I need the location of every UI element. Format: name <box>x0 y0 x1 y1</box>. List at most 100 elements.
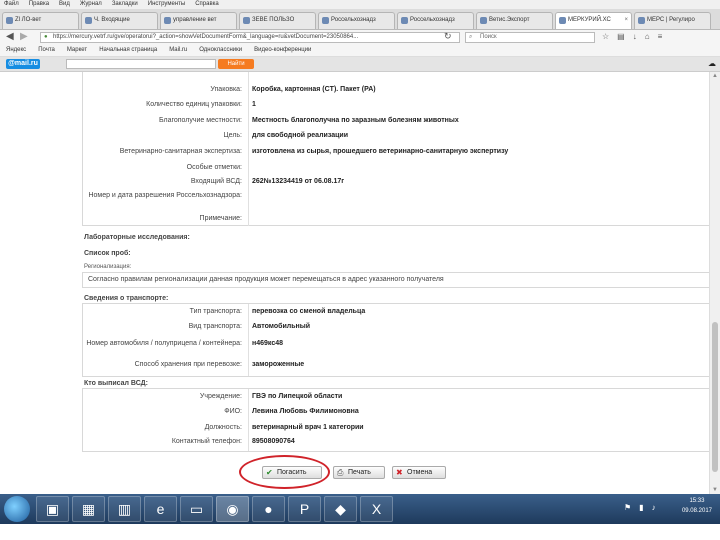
menu-item[interactable]: Файл <box>4 0 19 9</box>
excel-icon[interactable]: X <box>360 496 393 522</box>
weather-icon[interactable]: ☁ <box>708 59 716 68</box>
scroll-down-icon[interactable]: ▼ <box>712 487 718 493</box>
browser-tab[interactable]: Россельхознадз <box>318 12 395 29</box>
field-label: Особые отметки: <box>186 164 242 171</box>
bookmark-item[interactable]: Почта <box>38 45 55 56</box>
browser-tab[interactable]: МЕРКУРИЙ.ХС × <box>555 12 632 29</box>
field-label: Входящий ВСД: <box>190 178 242 185</box>
field-value: изготовлена из сырья, прошедшего ветерин… <box>252 148 509 155</box>
field-label: Благополучие местности: <box>158 117 242 124</box>
transport-section-title: Сведения о транспорте: <box>84 295 169 302</box>
star-icon[interactable]: ☆ <box>602 32 609 41</box>
field-label: Вид транспорта: <box>188 323 242 330</box>
field-label: Контактный телефон: <box>171 438 242 445</box>
regionalization-title: Регионализация: <box>84 264 132 270</box>
menu-item[interactable]: Правка <box>29 0 49 9</box>
tab-label: МЕРС | Регулиро <box>647 17 695 23</box>
bookmark-item[interactable]: Начальная страница <box>99 45 157 56</box>
samples-section-title: Список проб: <box>84 250 131 257</box>
clock[interactable]: 15:33 09.08.2017 <box>682 496 712 516</box>
browser-tab[interactable]: МЕРС | Регулиро <box>634 12 711 29</box>
browser-tab[interactable]: ЗЕВЕ ПОЛЬЗО <box>239 12 316 29</box>
reading-list-icon[interactable]: ▤ <box>617 32 625 41</box>
tab-label: Zl ЛО-вет <box>15 17 42 23</box>
tab-label: управление вет <box>173 17 217 23</box>
printer-icon: ⎙ <box>337 468 344 477</box>
favicon-icon <box>401 17 408 24</box>
browser-tab[interactable]: Zl ЛО-вет <box>2 12 79 29</box>
scroll-thumb[interactable] <box>712 322 718 472</box>
field-value: Автомобильный <box>252 323 311 330</box>
field-label: Номер автомобиля / полуприцепа / контейн… <box>86 340 242 347</box>
reload-icon[interactable]: ↻ <box>444 31 452 42</box>
scroll-up-icon[interactable]: ▲ <box>712 73 718 79</box>
bookmark-item[interactable]: Mail.ru <box>169 45 187 56</box>
home-icon[interactable]: ⌂ <box>645 32 650 41</box>
browser-tab[interactable]: Ч. Входящие <box>81 12 158 29</box>
tab-bar: Zl ЛО-вет Ч. Входящие управление вет ЗЕВЕ П… <box>0 9 720 30</box>
taskbar-app-icon[interactable]: ▣ <box>36 496 69 522</box>
forward-icon[interactable]: ▶ <box>20 31 28 42</box>
search-icon: ⌕ <box>469 34 473 40</box>
field-label: Ветеринарно-санитарная экспертиза: <box>119 148 242 155</box>
field-value: перевозка со сменой владельца <box>252 308 366 315</box>
taskbar-app-icon[interactable]: ▦ <box>72 496 105 522</box>
favicon-icon <box>638 17 645 24</box>
field-label: Должность: <box>204 424 242 431</box>
cancel-icon: ✖ <box>396 468 403 477</box>
network-icon[interactable]: ▮ <box>639 503 643 512</box>
url-bar[interactable]: ● https://mercury.vetrf.ru/gve/operatoru… <box>40 32 460 43</box>
folder-icon[interactable]: ▭ <box>180 496 213 522</box>
search-input[interactable]: ⌕ Поиск <box>465 32 595 43</box>
menu-item[interactable]: Журнал <box>80 0 102 9</box>
mailru-logo[interactable]: @mail.ru <box>6 59 40 69</box>
menu-item[interactable]: Вид <box>59 0 70 9</box>
field-value: н469кс48 <box>252 340 283 347</box>
mailru-search-input[interactable] <box>66 59 216 69</box>
browser-tab[interactable]: Ветис.Экспорт <box>476 12 553 29</box>
field-label: Упаковка: <box>210 86 242 93</box>
download-icon[interactable]: ↓ <box>633 32 637 41</box>
mailru-search-button[interactable]: Найти <box>218 59 254 69</box>
tab-label: Россельхознадз <box>331 17 376 23</box>
taskbar-app-icon[interactable]: ▥ <box>108 496 141 522</box>
field-label: Цель: <box>223 132 242 139</box>
back-icon[interactable]: ◀ <box>6 31 14 42</box>
browser-tab[interactable]: управление вет <box>160 12 237 29</box>
taskbar-app-icon[interactable]: ◆ <box>324 496 357 522</box>
powerpoint-icon[interactable]: P <box>288 496 321 522</box>
ie-icon[interactable]: e <box>144 496 177 522</box>
favicon-icon <box>6 17 13 24</box>
vertical-scrollbar[interactable]: ▲ ▼ <box>709 72 720 494</box>
print-button[interactable]: ⎙ Печать <box>333 466 385 479</box>
favicon-icon <box>85 17 92 24</box>
field-label: Способ хранения при перевозке: <box>134 361 242 368</box>
menu-item[interactable]: Закладки <box>112 0 138 9</box>
firefox-icon[interactable]: ◉ <box>216 496 249 522</box>
bottom-margin <box>0 524 720 540</box>
clock-time: 15:33 <box>689 498 705 504</box>
field-label: Учреждение: <box>199 393 242 400</box>
field-value: Коробка, картонная (CT). Пакет (PA) <box>252 86 376 93</box>
url-text: https://mercury.vetrf.ru/gve/operatorui?… <box>53 34 359 40</box>
tab-label: Ветис.Экспорт <box>489 17 530 23</box>
lock-icon: ● <box>44 34 48 40</box>
bookmark-item[interactable]: Яндекс <box>6 45 26 56</box>
bookmark-item[interactable]: Одноклассники <box>199 45 242 56</box>
regionalization-note: Согласно правилам регионализации данная … <box>88 276 444 283</box>
flag-icon[interactable]: ⚑ <box>624 503 631 512</box>
browser-tab[interactable]: Россельхознадз <box>397 12 474 29</box>
bookmark-item[interactable]: Маркет <box>67 45 87 56</box>
menu-item[interactable]: Инструменты <box>148 0 185 9</box>
bookmark-item[interactable]: Видео-конференции <box>254 45 311 56</box>
start-button[interactable] <box>4 496 30 522</box>
clock-date: 09.08.2017 <box>681 508 712 514</box>
menu-icon[interactable]: ≡ <box>658 32 663 41</box>
volume-icon[interactable]: ♪ <box>652 503 656 512</box>
taskbar-app-icon[interactable]: ● <box>252 496 285 522</box>
nav-bar: ◀ ▶ ● https://mercury.vetrf.ru/gve/opera… <box>0 30 720 45</box>
tab-label: МЕРКУРИЙ.ХС <box>568 17 611 23</box>
cancel-button[interactable]: ✖ Отмена <box>392 466 446 479</box>
close-tab-icon[interactable]: × <box>624 13 628 28</box>
menu-item[interactable]: Справка <box>195 0 219 9</box>
